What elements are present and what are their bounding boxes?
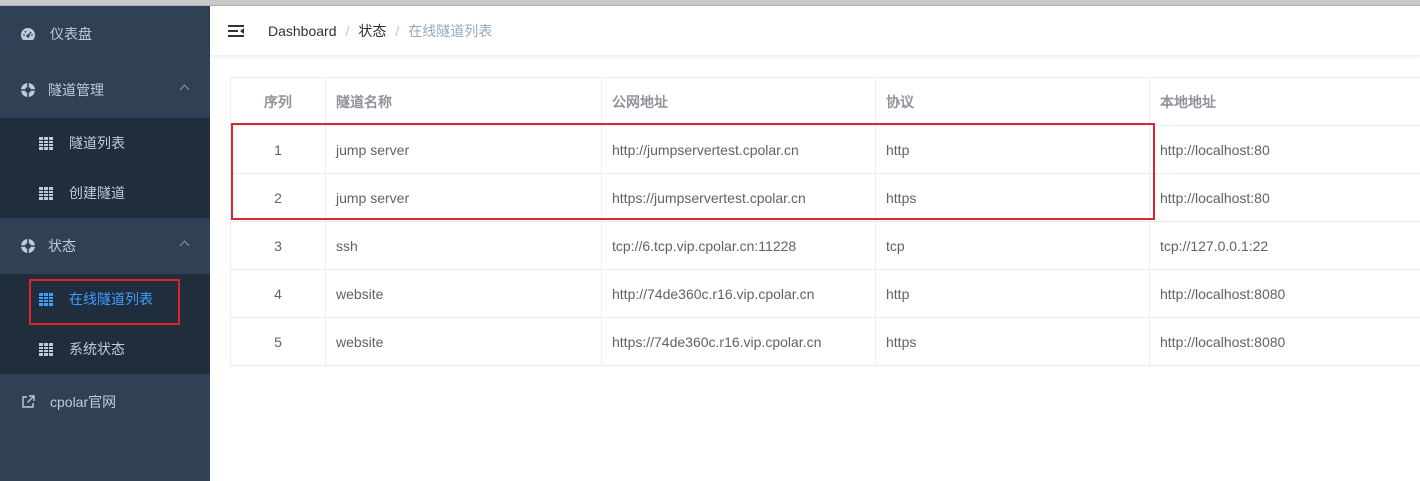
chevron-up-icon (179, 84, 190, 95)
column-header-protocol: 协议 (875, 77, 1150, 126)
table-row[interactable]: 5 website https://74de360c.r16.vip.cpola… (230, 317, 1420, 366)
sidebar-item-label: 隧道列表 (69, 135, 125, 151)
external-link-icon (20, 394, 36, 410)
lifebuoy-icon (20, 82, 36, 98)
table-row[interactable]: 4 website http://74de360c.r16.vip.cpolar… (230, 269, 1420, 318)
column-header-name: 隧道名称 (325, 77, 602, 126)
cell-index: 5 (230, 317, 326, 366)
cell-local-address: http://localhost:80 (1149, 173, 1420, 222)
sidebar-group-label: 隧道管理 (48, 82, 104, 98)
sidebar-item-system-status[interactable]: 系统状态 (0, 324, 210, 374)
sidebar-item-label: 仪表盘 (50, 26, 92, 42)
cell-local-address: http://localhost:8080 (1149, 269, 1420, 318)
table-row[interactable]: 1 jump server http://jumpservertest.cpol… (230, 125, 1420, 174)
sidebar-item-label: cpolar官网 (50, 394, 117, 410)
cell-name: website (325, 269, 602, 318)
cell-index: 4 (230, 269, 326, 318)
sidebar-item-tunnel-list[interactable]: 隧道列表 (0, 118, 210, 168)
table-icon (39, 136, 53, 150)
sidebar: 仪表盘 隧道管理 隧道列表 创建隧道 状态 在线隧道列表 系统状态 cpolar… (0, 6, 210, 481)
sidebar-group-tunnel-management[interactable]: 隧道管理 (0, 62, 210, 118)
sidebar-item-label: 创建隧道 (69, 185, 125, 201)
breadcrumb-dashboard[interactable]: Dashboard (268, 23, 337, 39)
submenu-tunnel-management: 隧道列表 创建隧道 (0, 118, 210, 218)
table-row[interactable]: 3 ssh tcp://6.tcp.vip.cpolar.cn:11228 tc… (230, 221, 1420, 270)
cell-public-url: http://jumpservertest.cpolar.cn (601, 125, 876, 174)
main-content: Dashboard / 状态 / 在线隧道列表 序列 隧道名称 公网地址 协议 … (210, 6, 1420, 481)
sidebar-group-label: 状态 (48, 238, 76, 254)
breadcrumb-separator: / (345, 22, 350, 39)
chevron-up-icon (179, 240, 190, 251)
cell-protocol: https (875, 173, 1150, 222)
cell-public-url: https://jumpservertest.cpolar.cn (601, 173, 876, 222)
lifebuoy-icon (20, 238, 36, 254)
cell-local-address: http://localhost:80 (1149, 125, 1420, 174)
cell-public-url: tcp://6.tcp.vip.cpolar.cn:11228 (601, 221, 876, 270)
cell-index: 3 (230, 221, 326, 270)
cell-public-url: http://74de360c.r16.vip.cpolar.cn (601, 269, 876, 318)
table-header-row: 序列 隧道名称 公网地址 协议 本地地址 (230, 77, 1420, 126)
highlight-box (29, 279, 180, 325)
sidebar-item-official-site[interactable]: cpolar官网 (0, 374, 210, 430)
tunnel-table-container: 序列 隧道名称 公网地址 协议 本地地址 1 jump server http:… (230, 77, 1420, 366)
cell-local-address: tcp://127.0.0.1:22 (1149, 221, 1420, 270)
breadcrumb: Dashboard / 状态 / 在线隧道列表 (268, 21, 492, 41)
column-header-local-address: 本地地址 (1149, 77, 1420, 126)
breadcrumb-status[interactable]: 状态 (358, 21, 386, 41)
submenu-status: 在线隧道列表 系统状态 (0, 274, 210, 374)
cell-index: 2 (230, 173, 326, 222)
column-header-public-url: 公网地址 (601, 77, 876, 126)
sidebar-item-label: 系统状态 (69, 341, 125, 357)
breadcrumb-current: 在线隧道列表 (408, 22, 493, 39)
cell-name: ssh (325, 221, 602, 270)
cell-protocol: https (875, 317, 1150, 366)
navbar: Dashboard / 状态 / 在线隧道列表 (210, 6, 1420, 56)
cell-index: 1 (230, 125, 326, 174)
dashboard-icon (20, 26, 36, 42)
sidebar-item-create-tunnel[interactable]: 创建隧道 (0, 168, 210, 218)
breadcrumb-separator: / (395, 22, 400, 39)
table-icon (39, 342, 53, 356)
sidebar-item-online-tunnels[interactable]: 在线隧道列表 (0, 274, 210, 325)
cell-public-url: https://74de360c.r16.vip.cpolar.cn (601, 317, 876, 366)
cell-name: website (325, 317, 602, 366)
cell-local-address: http://localhost:8080 (1149, 317, 1420, 366)
sidebar-item-dashboard[interactable]: 仪表盘 (0, 6, 210, 62)
column-header-index: 序列 (230, 77, 326, 126)
cell-name: jump server (325, 125, 602, 174)
cell-protocol: tcp (875, 221, 1150, 270)
sidebar-group-status[interactable]: 状态 (0, 218, 210, 274)
hamburger-icon[interactable] (228, 24, 244, 38)
cell-protocol: http (875, 269, 1150, 318)
tunnel-table: 序列 隧道名称 公网地址 协议 本地地址 1 jump server http:… (230, 77, 1420, 366)
table-row[interactable]: 2 jump server https://jumpservertest.cpo… (230, 173, 1420, 222)
cell-name: jump server (325, 173, 602, 222)
cell-protocol: http (875, 125, 1150, 174)
table-icon (39, 186, 53, 200)
